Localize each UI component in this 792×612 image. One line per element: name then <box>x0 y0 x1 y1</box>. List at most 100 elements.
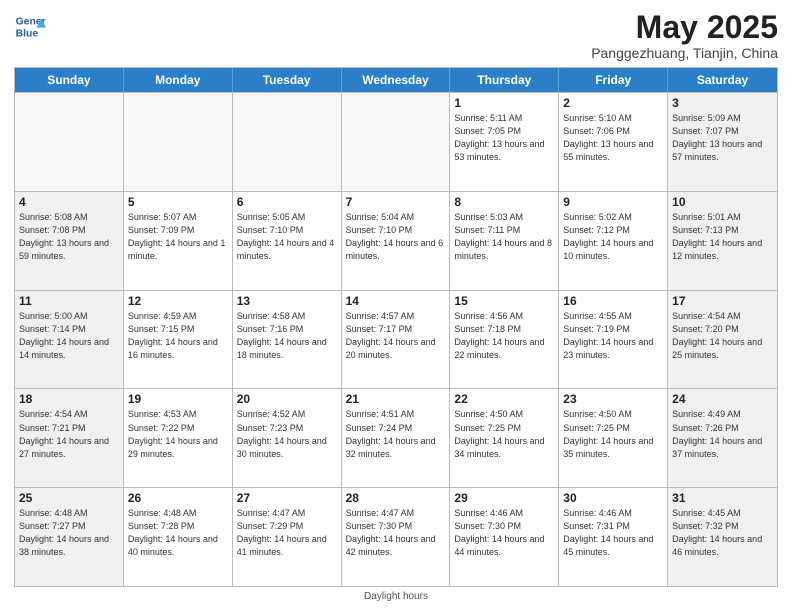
day-number: 31 <box>672 491 773 505</box>
day-number: 14 <box>346 294 446 308</box>
day-info: Sunrise: 4:56 AM Sunset: 7:18 PM Dayligh… <box>454 310 554 362</box>
day-cell: 31 Sunrise: 4:45 AM Sunset: 7:32 PM Dayli… <box>668 488 777 586</box>
day-cell: 6Sunrise: 5:05 AM Sunset: 7:10 PM Daylig… <box>233 192 342 290</box>
day-number: 23 <box>563 392 663 406</box>
day-info: Sunrise: 4:49 AM Sunset: 7:26 PM Dayligh… <box>672 408 773 460</box>
day-cell: 20 Sunrise: 4:52 AM Sunset: 7:23 PM Dayli… <box>233 389 342 487</box>
day-cell: 12 Sunrise: 4:59 AM Sunset: 7:15 PM Dayli… <box>124 291 233 389</box>
day-number: 27 <box>237 491 337 505</box>
day-number: 1 <box>454 96 554 110</box>
day-info: Sunrise: 4:59 AM Sunset: 7:15 PM Dayligh… <box>128 310 228 362</box>
week-row: 4 Sunrise: 5:08 AM Sunset: 7:08 PM Daylig… <box>15 191 777 290</box>
day-headers: SundayMondayTuesdayWednesdayThursdayFrid… <box>15 68 777 92</box>
calendar: SundayMondayTuesdayWednesdayThursdayFrid… <box>14 67 778 587</box>
day-cell: 1 Sunrise: 5:11 AM Sunset: 7:05 PM Daylig… <box>450 93 559 191</box>
day-number: 9 <box>563 195 663 209</box>
day-info: Sunrise: 4:50 AM Sunset: 7:25 PM Dayligh… <box>563 408 663 460</box>
day-info: Sunrise: 5:03 AM Sunset: 7:11 PM Dayligh… <box>454 211 554 263</box>
day-info: Sunrise: 4:52 AM Sunset: 7:23 PM Dayligh… <box>237 408 337 460</box>
day-cell: 23 Sunrise: 4:50 AM Sunset: 7:25 PM Dayli… <box>559 389 668 487</box>
day-cell: 25 Sunrise: 4:48 AM Sunset: 7:27 PM Dayli… <box>15 488 124 586</box>
day-cell: 7Sunrise: 5:04 AM Sunset: 7:10 PM Daylig… <box>342 192 451 290</box>
day-number: 29 <box>454 491 554 505</box>
day-number: 12 <box>128 294 228 308</box>
day-info: Sunrise: 5:11 AM Sunset: 7:05 PM Dayligh… <box>454 112 554 164</box>
week-row: 18Sunrise: 4:54 AM Sunset: 7:21 PM Dayli… <box>15 388 777 487</box>
day-info: Sunrise: 4:54 AM Sunset: 7:20 PM Dayligh… <box>672 310 773 362</box>
month-title: May 2025 <box>591 10 778 45</box>
day-info: Sunrise: 5:08 AM Sunset: 7:08 PM Dayligh… <box>19 211 119 263</box>
day-cell: 9 Sunrise: 5:02 AM Sunset: 7:12 PM Daylig… <box>559 192 668 290</box>
week-row: 1 Sunrise: 5:11 AM Sunset: 7:05 PM Daylig… <box>15 92 777 191</box>
day-info: Sunrise: 5:01 AM Sunset: 7:13 PM Dayligh… <box>672 211 773 263</box>
day-info: Sunrise: 5:05 AM Sunset: 7:10 PM Dayligh… <box>237 211 337 263</box>
day-number: 26 <box>128 491 228 505</box>
page: General Blue May 2025 Panggezhuang, Tian… <box>0 0 792 612</box>
day-cell: 19 Sunrise: 4:53 AM Sunset: 7:22 PM Dayli… <box>124 389 233 487</box>
day-info: Sunrise: 4:51 AM Sunset: 7:24 PM Dayligh… <box>346 408 446 460</box>
day-number: 18 <box>19 392 119 406</box>
day-number: 4 <box>19 195 119 209</box>
day-header: Tuesday <box>233 68 342 92</box>
day-cell <box>15 93 124 191</box>
day-number: 13 <box>237 294 337 308</box>
day-number: 3 <box>672 96 773 110</box>
week-row: 11 Sunrise: 5:00 AM Sunset: 7:14 PM Dayli… <box>15 290 777 389</box>
day-info: Sunrise: 4:53 AM Sunset: 7:22 PM Dayligh… <box>128 408 228 460</box>
day-info: Sunrise: 5:07 AM Sunset: 7:09 PM Dayligh… <box>128 211 228 263</box>
day-cell: 21 Sunrise: 4:51 AM Sunset: 7:24 PM Dayli… <box>342 389 451 487</box>
footer-note: Daylight hours <box>14 591 778 602</box>
day-cell: 11 Sunrise: 5:00 AM Sunset: 7:14 PM Dayli… <box>15 291 124 389</box>
day-cell <box>124 93 233 191</box>
day-cell: 10 Sunrise: 5:01 AM Sunset: 7:13 PM Dayli… <box>668 192 777 290</box>
day-cell: 14Sunrise: 4:57 AM Sunset: 7:17 PM Dayli… <box>342 291 451 389</box>
day-header: Sunday <box>15 68 124 92</box>
day-cell: 4 Sunrise: 5:08 AM Sunset: 7:08 PM Daylig… <box>15 192 124 290</box>
day-cell: 18Sunrise: 4:54 AM Sunset: 7:21 PM Dayli… <box>15 389 124 487</box>
day-info: Sunrise: 5:00 AM Sunset: 7:14 PM Dayligh… <box>19 310 119 362</box>
day-number: 21 <box>346 392 446 406</box>
day-info: Sunrise: 4:55 AM Sunset: 7:19 PM Dayligh… <box>563 310 663 362</box>
title-block: May 2025 Panggezhuang, Tianjin, China <box>591 10 778 61</box>
day-info: Sunrise: 4:50 AM Sunset: 7:25 PM Dayligh… <box>454 408 554 460</box>
day-number: 5 <box>128 195 228 209</box>
day-info: Sunrise: 4:47 AM Sunset: 7:29 PM Dayligh… <box>237 507 337 559</box>
day-cell: 29 Sunrise: 4:46 AM Sunset: 7:30 PM Dayli… <box>450 488 559 586</box>
calendar-grid: 1 Sunrise: 5:11 AM Sunset: 7:05 PM Daylig… <box>15 92 777 586</box>
day-cell: 28Sunrise: 4:47 AM Sunset: 7:30 PM Dayli… <box>342 488 451 586</box>
day-number: 16 <box>563 294 663 308</box>
day-cell: 30Sunrise: 4:46 AM Sunset: 7:31 PM Dayli… <box>559 488 668 586</box>
day-cell: 22 Sunrise: 4:50 AM Sunset: 7:25 PM Dayli… <box>450 389 559 487</box>
day-header: Saturday <box>668 68 777 92</box>
day-info: Sunrise: 4:48 AM Sunset: 7:28 PM Dayligh… <box>128 507 228 559</box>
day-header: Monday <box>124 68 233 92</box>
day-header: Thursday <box>450 68 559 92</box>
day-number: 22 <box>454 392 554 406</box>
day-cell: 8Sunrise: 5:03 AM Sunset: 7:11 PM Daylig… <box>450 192 559 290</box>
day-cell: 27 Sunrise: 4:47 AM Sunset: 7:29 PM Dayli… <box>233 488 342 586</box>
day-cell: 2Sunrise: 5:10 AM Sunset: 7:06 PM Daylig… <box>559 93 668 191</box>
day-number: 25 <box>19 491 119 505</box>
day-info: Sunrise: 5:02 AM Sunset: 7:12 PM Dayligh… <box>563 211 663 263</box>
day-info: Sunrise: 4:45 AM Sunset: 7:32 PM Dayligh… <box>672 507 773 559</box>
day-number: 19 <box>128 392 228 406</box>
day-cell: 5 Sunrise: 5:07 AM Sunset: 7:09 PM Daylig… <box>124 192 233 290</box>
day-header: Friday <box>559 68 668 92</box>
day-number: 20 <box>237 392 337 406</box>
day-cell: 3Sunrise: 5:09 AM Sunset: 7:07 PM Daylig… <box>668 93 777 191</box>
day-number: 11 <box>19 294 119 308</box>
svg-text:Blue: Blue <box>16 28 39 39</box>
day-number: 10 <box>672 195 773 209</box>
day-info: Sunrise: 4:46 AM Sunset: 7:30 PM Dayligh… <box>454 507 554 559</box>
day-info: Sunrise: 4:48 AM Sunset: 7:27 PM Dayligh… <box>19 507 119 559</box>
day-number: 7 <box>346 195 446 209</box>
day-number: 15 <box>454 294 554 308</box>
week-row: 25 Sunrise: 4:48 AM Sunset: 7:27 PM Dayli… <box>15 487 777 586</box>
location-subtitle: Panggezhuang, Tianjin, China <box>591 45 778 61</box>
logo: General Blue <box>14 10 46 42</box>
day-info: Sunrise: 4:46 AM Sunset: 7:31 PM Dayligh… <box>563 507 663 559</box>
day-cell: 24 Sunrise: 4:49 AM Sunset: 7:26 PM Dayli… <box>668 389 777 487</box>
day-cell: 13Sunrise: 4:58 AM Sunset: 7:16 PM Dayli… <box>233 291 342 389</box>
day-number: 24 <box>672 392 773 406</box>
day-cell: 17Sunrise: 4:54 AM Sunset: 7:20 PM Dayli… <box>668 291 777 389</box>
